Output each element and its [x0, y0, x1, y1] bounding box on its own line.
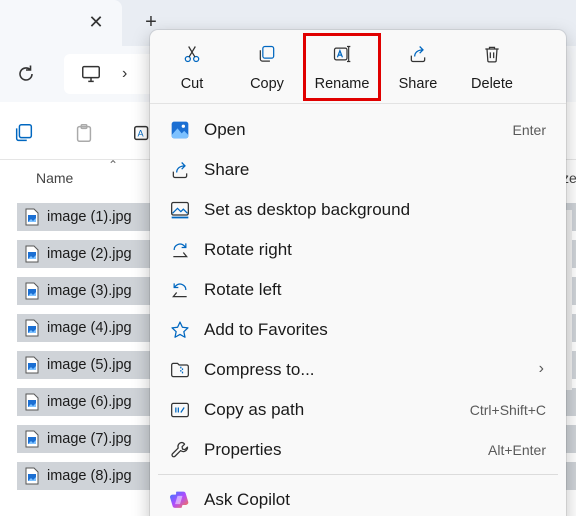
image-file-icon: [25, 356, 39, 374]
file-name: image (5).jpg: [47, 357, 132, 373]
menu-item-label: Open: [204, 120, 246, 139]
rename-icon: [333, 45, 351, 63]
file-name: image (1).jpg: [47, 209, 132, 225]
image-file-icon: [25, 282, 39, 300]
menu-item-label: Copy as path: [204, 400, 305, 419]
file-name: image (3).jpg: [47, 283, 132, 299]
breadcrumb[interactable]: ›: [64, 54, 164, 94]
copy-icon: [259, 45, 275, 62]
svg-text:A: A: [138, 129, 145, 139]
image-file-icon: [25, 208, 39, 226]
menu-item-label: Ask Copilot: [204, 490, 290, 509]
star-icon: [171, 321, 189, 338]
file-name: image (2).jpg: [47, 246, 132, 262]
menu-item-set-desktop-background[interactable]: Set as desktop background: [150, 190, 566, 230]
desktop-background-icon: [171, 201, 189, 219]
menu-item-label: Share: [204, 160, 250, 179]
menu-item-shortcut: Ctrl+Shift+C: [469, 402, 546, 418]
trash-icon: [485, 46, 499, 63]
share-icon: [410, 46, 426, 63]
open-image-icon: [171, 121, 189, 139]
context-menu: Cut Copy Rename Share Delete Open Enter …: [150, 30, 566, 516]
menu-item-properties[interactable]: Properties Alt+Enter: [150, 430, 566, 470]
rotate-left-icon: [172, 283, 187, 298]
menu-item-share[interactable]: Share: [150, 150, 566, 190]
copy-label: Copy: [250, 76, 284, 92]
copilot-icon: [170, 491, 189, 508]
rotate-right-icon: [173, 243, 188, 258]
image-file-icon: [25, 245, 39, 263]
cut-button[interactable]: Cut: [156, 36, 228, 98]
zip-folder-icon: [171, 362, 189, 378]
rename-button[interactable]: Rename: [303, 33, 381, 101]
menu-item-label: Rotate right: [204, 240, 292, 259]
menu-item-shortcut: Enter: [512, 122, 546, 138]
menu-item-label: Compress to...: [204, 360, 315, 379]
file-name: image (7).jpg: [47, 431, 132, 447]
copy-icon[interactable]: [13, 122, 35, 144]
file-name: image (8).jpg: [47, 468, 132, 484]
menu-item-copy-as-path[interactable]: Copy as path Ctrl+Shift+C: [150, 390, 566, 430]
file-name: image (4).jpg: [47, 320, 132, 336]
image-file-icon: [25, 319, 39, 337]
copy-path-icon: [171, 402, 189, 418]
delete-label: Delete: [471, 76, 513, 92]
menu-item-label: Add to Favorites: [204, 320, 328, 339]
refresh-icon[interactable]: [14, 62, 38, 86]
wrench-icon: [171, 441, 189, 458]
submenu-chevron-icon: ›: [538, 360, 544, 377]
quick-actions-bar: Cut Copy Rename Share Delete: [150, 30, 566, 104]
column-header-name[interactable]: Name: [36, 170, 73, 186]
share-icon: [172, 162, 188, 179]
menu-item-rotate-right[interactable]: Rotate right: [150, 230, 566, 270]
share-quick-button[interactable]: Share: [382, 36, 454, 98]
scrollbar[interactable]: [566, 210, 572, 390]
menu-item-label: Properties: [204, 440, 282, 459]
menu-item-label: Rotate left: [204, 280, 282, 299]
menu-item-compress-to[interactable]: Compress to... ›: [150, 350, 566, 390]
image-file-icon: [25, 430, 39, 448]
delete-button[interactable]: Delete: [456, 36, 528, 98]
file-name: image (6).jpg: [47, 394, 132, 410]
rename-label: Rename: [314, 76, 370, 92]
image-file-icon: [25, 467, 39, 485]
menu-item-add-to-favorites[interactable]: Add to Favorites: [150, 310, 566, 350]
menu-item-ask-copilot[interactable]: Ask Copilot: [150, 480, 566, 516]
menu-separator: [158, 474, 558, 475]
image-file-icon: [25, 393, 39, 411]
menu-item-rotate-left[interactable]: Rotate left: [150, 270, 566, 310]
menu-item-label: Set as desktop background: [204, 200, 411, 219]
copy-button[interactable]: Copy: [231, 36, 303, 98]
this-pc-icon: [82, 65, 100, 83]
breadcrumb-chevron-icon[interactable]: ›: [122, 63, 127, 85]
menu-item-shortcut: Alt+Enter: [488, 442, 546, 458]
close-tab-icon[interactable]: ✕: [86, 10, 106, 34]
tab-active[interactable]: ✕: [0, 0, 122, 46]
menu-item-open[interactable]: Open Enter: [150, 110, 566, 150]
paste-icon[interactable]: [73, 122, 95, 144]
scissors-icon: [184, 46, 200, 63]
share-label: Share: [398, 76, 438, 92]
cut-label: Cut: [180, 76, 204, 92]
sort-ascending-icon[interactable]: ⌃: [108, 158, 118, 172]
